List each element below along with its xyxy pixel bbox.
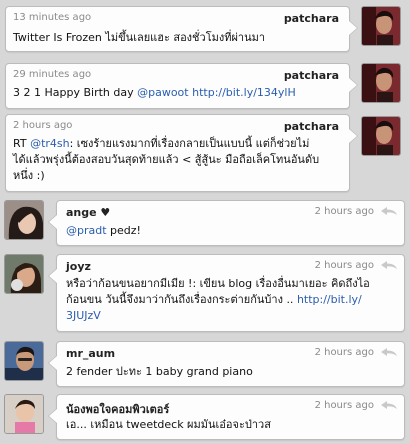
reply-arrow-icon[interactable] [380,206,398,216]
tweet-bubble: joyz 2 hours ago หรือว่าก้อนขนอยากมีเมีย… [48,254,405,332]
tweet-item[interactable]: 29 minutes ago patchara 3 2 1 Happy Birt… [0,63,410,119]
tweet-timeline[interactable]: 13 minutes ago patchara Twitter Is Froze… [0,0,410,444]
tweet-timestamp: 2 hours ago [314,347,374,358]
tweet-timestamp: 2 hours ago [314,400,374,411]
reply-arrow-icon[interactable] [380,260,398,270]
tweet-author[interactable]: น้องพอใจคอมพิวเตอร์ [66,400,169,418]
tweet-author[interactable]: joyz [66,260,91,273]
tweet-bubble: 13 minutes ago patchara Twitter Is Froze… [5,6,358,52]
tweet-bubble: mr_aum 2 hours ago 2 fender ปะทะ 1 baby … [48,341,405,387]
tweet-text: 2 fender ปะทะ 1 baby grand piano [66,365,253,378]
retweet-prefix: RT [13,137,31,150]
tweet-text: เอ... เหมือน tweetdeck ผมมันเอ๋อจะป่าวส [66,418,271,431]
tweet-timestamp: 29 minutes ago [13,69,92,80]
tweet-timestamp: 13 minutes ago [13,12,92,23]
tweet-text: หรือว่าก้อนขนอยากมีเมีย !: เขียน blog เร… [66,276,400,324]
tweet-text-body: ก้อนขน วันนี้จึงมาว่ากันถึงเรื่องกระต่าย… [66,293,297,306]
tweet-text-body: : เซงร้ายแรงมากที่เรื่องกลายเป็นแบบนี้ แ… [69,137,310,150]
tweet-item[interactable]: 2 hours ago patchara RT @tr4sh: เซงร้ายแ… [0,114,410,196]
tweet-text-line: RT @tr4sh: เซงร้ายแรงมากที่เรื่องกลายเป็… [13,136,347,152]
avatar[interactable] [4,341,44,381]
tweet-text: Twitter Is Frozen ไม่ขึ้นเลยแฮะ สองชั่วโ… [13,31,266,44]
tweet-item[interactable]: 13 minutes ago patchara Twitter Is Froze… [0,4,410,60]
url-link[interactable]: http://bit.ly/134ylH [192,86,296,99]
tweet-author[interactable]: patchara [284,120,339,133]
tweet-bubble: น้องพอใจคอมพิวเตอร์ 2 hours ago เอ... เห… [48,394,405,440]
tweet-author[interactable]: ange ♥ [66,206,110,219]
tweet-item[interactable]: mr_aum 2 hours ago 2 fender ปะทะ 1 baby … [0,339,410,391]
tweet-author[interactable]: patchara [284,69,339,82]
avatar[interactable] [4,200,44,240]
tweet-text-line: หนึ่ง :) [13,169,45,182]
avatar[interactable] [4,394,44,434]
tweet-timestamp: 2 hours ago [314,260,374,271]
tweet-text: @pradt pedz! [66,223,396,239]
avatar[interactable] [361,63,401,103]
tweet-text-body: 3 2 1 Happy Birth day [13,86,138,99]
tweet-text-line: หรือว่าก้อนขนอยากมีเมีย !: เขียน blog เร… [66,277,370,290]
tweet-bubble: ange ♥ 2 hours ago @pradt pedz! [48,200,405,246]
mention-link[interactable]: @pawoot [137,86,189,99]
tweet-item[interactable]: น้องพอใจคอมพิวเตอร์ 2 hours ago เอ... เห… [0,392,410,444]
tweet-author[interactable]: mr_aum [66,347,115,360]
tweet-text: 3 2 1 Happy Birth day @pawoot http://bit… [13,85,343,101]
tweet-bubble: 29 minutes ago patchara 3 2 1 Happy Birt… [5,63,358,109]
url-link[interactable]: http://bit.ly/ [297,293,362,306]
tweet-text-line: 3JUJzV [66,308,400,324]
reply-arrow-icon[interactable] [380,400,398,410]
tweet-author[interactable]: patchara [284,12,339,25]
tweet-bubble: 2 hours ago patchara RT @tr4sh: เซงร้ายแ… [5,114,358,192]
url-link[interactable]: 3JUJzV [66,309,101,322]
mention-link[interactable]: @pradt [66,224,107,237]
tweet-text: RT @tr4sh: เซงร้ายแรงมากที่เรื่องกลายเป็… [13,136,347,184]
tweet-timestamp: 2 hours ago [314,206,374,217]
tweet-text-line: ได้แล้วพรุ่งนี้ต้องสอบวันสุดท้ายแล้ว < ส… [13,153,320,166]
avatar[interactable] [361,6,401,46]
tweet-text-line: ก้อนขน วันนี้จึงมาว่ากันถึงเรื่องกระต่าย… [66,292,400,308]
tweet-timestamp: 2 hours ago [13,120,73,131]
tweet-text-body: pedz! [106,224,141,237]
avatar[interactable] [4,254,44,294]
avatar[interactable] [361,116,401,156]
mention-link[interactable]: @tr4sh [30,137,70,150]
reply-arrow-icon[interactable] [380,347,398,357]
tweet-item[interactable]: ange ♥ 2 hours ago @pradt pedz! [0,198,410,250]
tweet-item[interactable]: joyz 2 hours ago หรือว่าก้อนขนอยากมีเมีย… [0,254,410,334]
